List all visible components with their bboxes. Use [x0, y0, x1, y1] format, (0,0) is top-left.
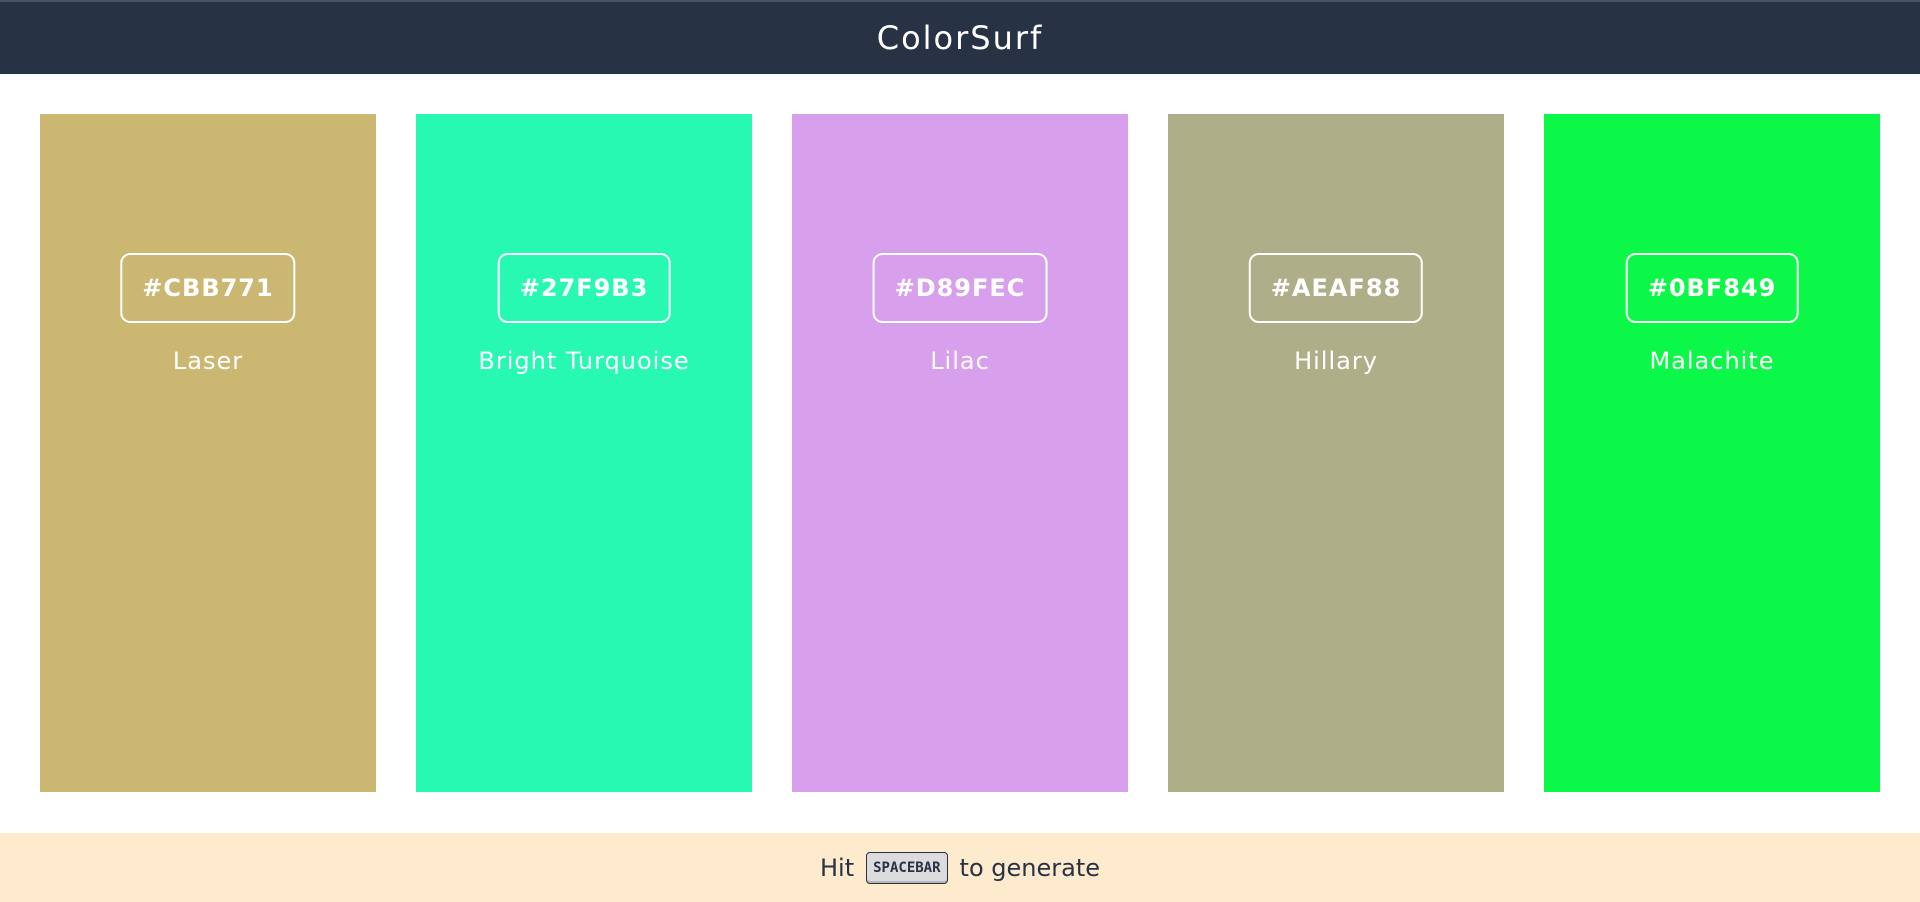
hint-suffix: to generate: [959, 853, 1100, 882]
spacebar-key: SPACEBAR: [866, 851, 948, 884]
color-name: Laser: [172, 347, 244, 375]
color-name: Hillary: [1294, 347, 1378, 375]
palette: #CBB771 Laser #27F9B3 Bright Turquoise #…: [40, 114, 1880, 792]
hint-prefix: Hit: [819, 853, 855, 882]
color-swatch-4[interactable]: #AEAF88 Hillary: [1168, 114, 1504, 792]
hex-code-button[interactable]: #AEAF88: [1248, 253, 1424, 323]
hex-code-button[interactable]: #27F9B3: [497, 253, 671, 323]
color-name: Bright Turquoise: [478, 347, 690, 375]
color-swatch-1[interactable]: #CBB771 Laser: [40, 114, 376, 792]
header: ColorSurf: [0, 0, 1920, 74]
color-swatch-5[interactable]: #0BF849 Malachite: [1544, 114, 1880, 792]
color-swatch-2[interactable]: #27F9B3 Bright Turquoise: [416, 114, 752, 792]
footer-hint: Hit SPACEBAR to generate: [0, 833, 1920, 902]
app-title: ColorSurf: [876, 19, 1044, 57]
color-name: Malachite: [1649, 347, 1775, 375]
hex-code-button[interactable]: #0BF849: [1625, 253, 1799, 323]
color-name: Lilac: [930, 347, 990, 375]
color-swatch-3[interactable]: #D89FEC Lilac: [792, 114, 1128, 792]
hex-code-button[interactable]: #D89FEC: [872, 253, 1048, 323]
hex-code-button[interactable]: #CBB771: [120, 253, 296, 323]
app: ColorSurf #CBB771 Laser #27F9B3 Bright T…: [0, 0, 1920, 902]
